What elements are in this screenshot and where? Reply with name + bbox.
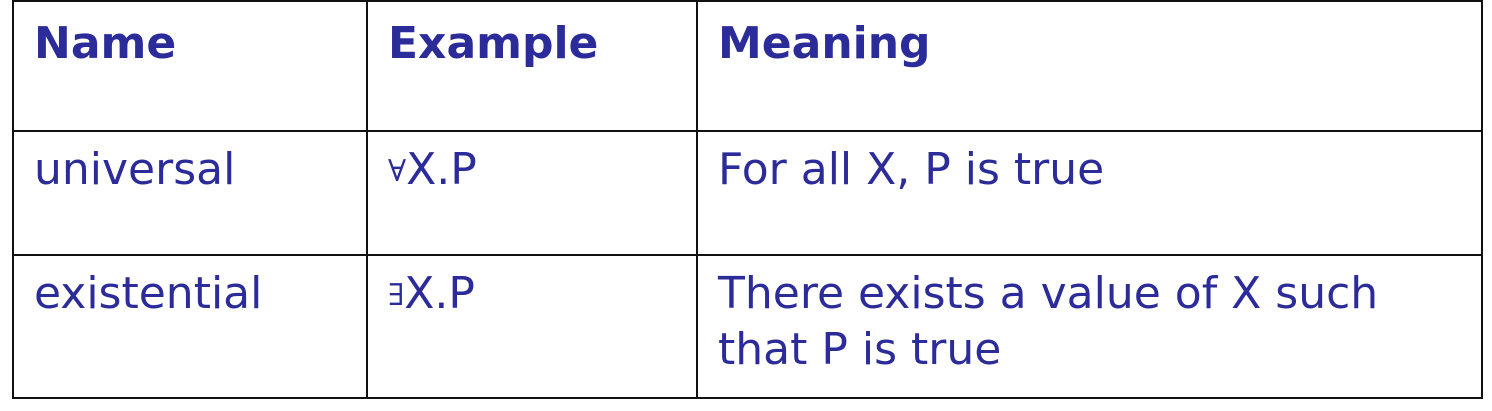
- cell-name: existential: [12, 254, 368, 399]
- cell-meaning: There exists a value of X such that P is…: [696, 254, 1483, 399]
- table-row: universal ∀X.P For all X, P is true: [12, 130, 1483, 256]
- table-header-row: Name Example Meaning: [12, 0, 1483, 132]
- forall-symbol: ∀: [388, 154, 407, 189]
- cell-meaning: For all X, P is true: [696, 130, 1483, 256]
- table-row: existential ∃X.P There exists a value of…: [12, 254, 1483, 399]
- cell-name: universal: [12, 130, 368, 256]
- cell-example: ∀X.P: [366, 130, 698, 256]
- cell-example: ∃X.P: [366, 254, 698, 399]
- example-text: X.P: [406, 144, 477, 195]
- page: Name Example Meaning universal ∀X.P For …: [0, 0, 1492, 411]
- header-example: Example: [366, 0, 698, 132]
- example-text: X.P: [404, 268, 475, 319]
- header-name: Name: [12, 0, 368, 132]
- quantifier-table: Name Example Meaning universal ∀X.P For …: [12, 0, 1483, 399]
- exists-symbol: ∃: [388, 278, 405, 313]
- header-meaning: Meaning: [696, 0, 1483, 132]
